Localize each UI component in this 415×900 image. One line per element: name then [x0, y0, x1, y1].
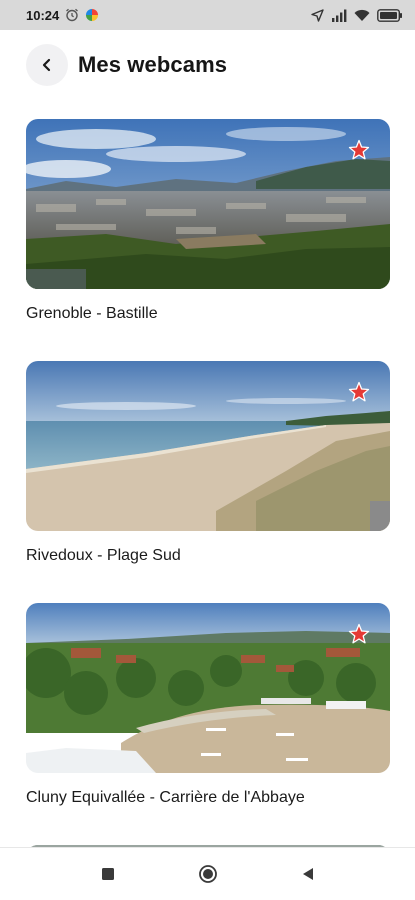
- webcam-label[interactable]: Cluny Equivallée - Carrière de l'Abbaye: [26, 789, 390, 807]
- chevron-left-icon: [40, 58, 54, 72]
- favorite-star-icon[interactable]: [348, 623, 370, 645]
- wifi-icon: [354, 9, 370, 22]
- home-icon[interactable]: [193, 859, 223, 889]
- favorite-star-icon[interactable]: [348, 139, 370, 161]
- status-time: 10:24: [26, 7, 60, 23]
- alarm-icon: [65, 8, 79, 22]
- recent-apps-icon[interactable]: [93, 859, 123, 889]
- webcam-label[interactable]: Grenoble - Bastille: [26, 305, 390, 323]
- signal-icon: [331, 9, 347, 22]
- back-icon[interactable]: [293, 859, 323, 889]
- back-button[interactable]: [26, 44, 68, 86]
- status-bar: 10:24: [0, 0, 415, 30]
- webcam-card-grenoble[interactable]: Grenoble - Bastille: [26, 119, 390, 323]
- favorite-star-icon[interactable]: [348, 381, 370, 403]
- webcam-image[interactable]: [26, 603, 390, 773]
- system-nav-bar: [0, 847, 415, 900]
- webcam-image[interactable]: [26, 119, 390, 289]
- app-header: Mes webcams: [0, 30, 415, 100]
- webcam-label[interactable]: Rivedoux - Plage Sud: [26, 547, 390, 565]
- webcam-image[interactable]: [26, 361, 390, 531]
- page-title: Mes webcams: [78, 52, 228, 77]
- webcam-card-cluny[interactable]: Cluny Equivallée - Carrière de l'Abbaye: [26, 603, 390, 807]
- app-notification-icon: [85, 8, 99, 22]
- webcam-card-rivedoux[interactable]: Rivedoux - Plage Sud: [26, 361, 390, 565]
- battery-icon: [377, 8, 403, 22]
- location-icon: [311, 8, 324, 22]
